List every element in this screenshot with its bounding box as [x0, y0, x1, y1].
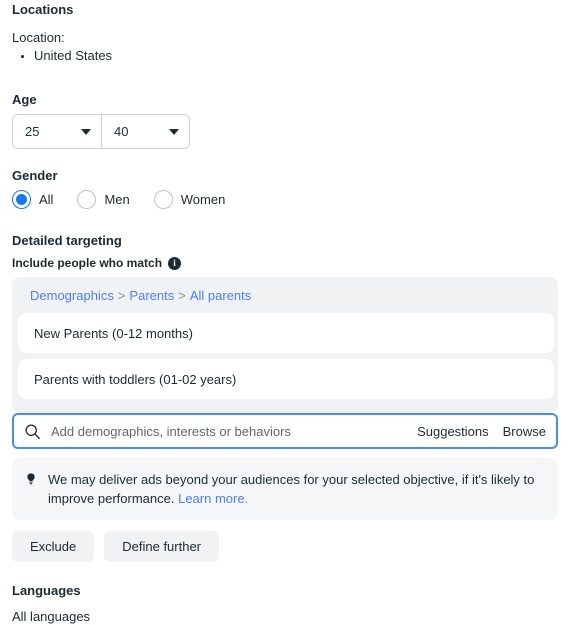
age-min-select[interactable]: 25	[13, 115, 101, 148]
include-people-who-match-label: Include people who match i	[12, 256, 182, 270]
gender-option-all[interactable]: All	[12, 190, 53, 209]
learn-more-link[interactable]: Learn more.	[178, 491, 248, 506]
gender-option-label: All	[39, 192, 54, 207]
age-max-select[interactable]: 40	[101, 115, 189, 148]
gender-option-women[interactable]: Women	[153, 190, 226, 209]
breadcrumb-link-parents[interactable]: Parents	[129, 288, 174, 303]
notice-text: We may deliver ads beyond your audiences…	[48, 470, 542, 508]
age-heading: Age	[12, 92, 37, 107]
exclude-button[interactable]: Exclude	[12, 531, 95, 562]
radio-icon	[12, 190, 31, 209]
info-icon[interactable]: i	[168, 256, 182, 270]
selected-targeting-chip[interactable]: New Parents (0-12 months)	[18, 313, 554, 353]
radio-icon	[77, 190, 97, 209]
gender-option-men[interactable]: Men	[77, 190, 130, 209]
detailed-targeting-heading: Detailed targeting	[12, 233, 122, 248]
search-icon	[25, 423, 40, 439]
gender-radio-group: All Men Women	[12, 190, 249, 209]
languages-value: All languages	[12, 609, 91, 624]
targeting-actions: Exclude Define further	[12, 531, 229, 562]
suggestions-button[interactable]: Suggestions	[417, 424, 489, 439]
age-max-value: 40	[114, 124, 129, 139]
define-further-button[interactable]: Define further	[104, 531, 220, 562]
breadcrumb-link-all-parents[interactable]: All parents	[190, 288, 251, 303]
breadcrumb-link-demographics[interactable]: Demographics	[30, 288, 114, 303]
list-item: United States	[34, 48, 112, 64]
include-label-text: Include people who match	[12, 256, 163, 270]
browse-button[interactable]: Browse	[503, 424, 546, 439]
breadcrumb: Demographics > Parents > All parents	[30, 287, 558, 305]
locations-heading: Locations	[12, 2, 74, 17]
gender-option-label: Men	[104, 192, 130, 207]
age-min-value: 25	[25, 124, 40, 139]
location-label: Location:	[12, 30, 65, 45]
delivery-notice: We may deliver ads beyond your audiences…	[12, 458, 558, 520]
breadcrumb-separator: >	[117, 288, 126, 303]
age-range-group: 25 40	[12, 114, 190, 149]
chevron-down-icon	[81, 128, 91, 135]
chip-label: Parents with toddlers (01-02 years)	[34, 371, 237, 387]
detailed-targeting-panel: Locations Location: United States Age 25…	[0, 0, 570, 625]
breadcrumb-separator: >	[178, 288, 186, 303]
location-list: United States	[12, 48, 112, 64]
radio-icon	[153, 190, 173, 209]
targeting-selection-panel: Demographics > Parents > All parents New Par…	[12, 277, 558, 413]
selected-targeting-chip[interactable]: Parents with toddlers (01-02 years)	[18, 359, 554, 399]
search-input[interactable]	[51, 423, 404, 439]
targeting-search-box[interactable]: Suggestions Browse	[12, 413, 558, 449]
chip-label: New Parents (0-12 months)	[34, 325, 193, 341]
chevron-down-icon	[169, 128, 179, 135]
notice-message: We may deliver ads beyond your audiences…	[48, 472, 535, 506]
gender-heading: Gender	[12, 168, 58, 183]
lightbulb-icon	[27, 473, 35, 485]
languages-heading: Languages	[12, 583, 81, 598]
gender-option-label: Women	[180, 192, 226, 207]
